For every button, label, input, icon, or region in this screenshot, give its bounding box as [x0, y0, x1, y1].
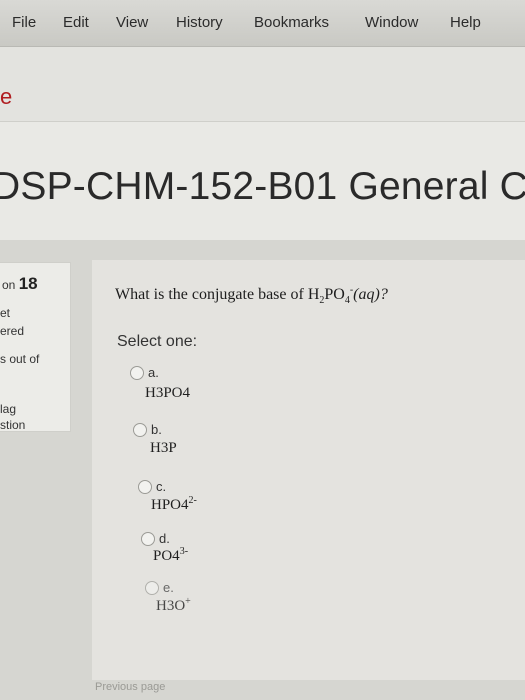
- info-status-line1: et: [0, 306, 11, 320]
- prompt-po: PO: [324, 286, 345, 303]
- option-c-letter: c.: [156, 479, 167, 494]
- option-d-letter: d.: [159, 531, 170, 546]
- prompt-suffix: (aq)?: [353, 286, 388, 303]
- flag-question-line1[interactable]: lag: [0, 402, 16, 416]
- browser-tab-strip: [0, 47, 525, 122]
- menu-view[interactable]: View: [116, 14, 148, 31]
- option-d-charge: 3-: [179, 546, 189, 557]
- option-b-formula: H3P: [150, 440, 177, 456]
- prompt-prefix: What is the conjugate base of H: [115, 286, 320, 303]
- option-e-charge: +: [185, 596, 191, 607]
- previous-page-button[interactable]: Previous page: [95, 681, 165, 693]
- menu-help[interactable]: Help: [450, 14, 481, 31]
- menu-file[interactable]: File: [12, 14, 36, 31]
- menu-bookmarks[interactable]: Bookmarks: [254, 14, 329, 31]
- menu-history[interactable]: History: [176, 14, 223, 31]
- radio-b[interactable]: [133, 423, 147, 437]
- question-prefix: on: [2, 278, 16, 292]
- flag-question-line2[interactable]: stion: [0, 418, 25, 432]
- radio-e[interactable]: [145, 581, 159, 595]
- prompt-sub-4: 4: [344, 295, 350, 307]
- option-a-formula: H3PO4: [145, 385, 191, 401]
- radio-d[interactable]: [141, 532, 155, 546]
- option-c-charge: 2-: [188, 495, 197, 506]
- question-prompt: What is the conjugate base of H2PO4-(aq)…: [115, 285, 388, 307]
- info-mark-line: s out of: [0, 352, 40, 366]
- question-number: 18: [18, 274, 38, 293]
- select-one-label: Select one:: [117, 333, 198, 350]
- question-number-label: on 18: [2, 274, 38, 294]
- option-e-base: H3O: [156, 598, 186, 614]
- option-d-formula: PO43-: [153, 546, 189, 565]
- menu-bar: File Edit View History Bookmarks Window …: [0, 0, 525, 47]
- option-b-letter: b.: [151, 422, 162, 437]
- option-d-base: PO4: [153, 548, 180, 564]
- option-e-formula: H3O+: [156, 596, 191, 615]
- option-c-formula: HPO42-: [151, 495, 197, 514]
- menu-edit[interactable]: Edit: [63, 14, 89, 31]
- tab-logo-fragment[interactable]: e: [0, 84, 12, 110]
- info-status-line2: ered: [0, 324, 25, 338]
- menu-window[interactable]: Window: [365, 14, 418, 31]
- option-e-letter: e.: [163, 580, 174, 595]
- course-title[interactable]: DSP-CHM-152-B01 General C: [0, 165, 525, 209]
- option-a-letter: a.: [148, 365, 159, 380]
- radio-a[interactable]: [130, 366, 144, 380]
- option-c-base: HPO4: [151, 497, 189, 513]
- question-panel: [92, 260, 525, 680]
- radio-c[interactable]: [138, 480, 152, 494]
